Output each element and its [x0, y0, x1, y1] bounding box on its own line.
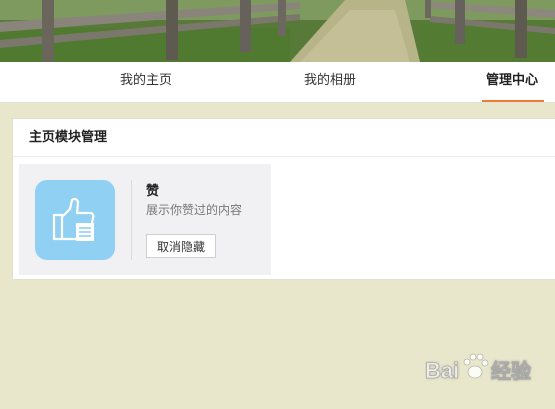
module-description: 展示你赞过的内容	[146, 203, 243, 217]
main-nav: 我的主页 我的相册 管理中心	[0, 62, 555, 103]
tab-my-album[interactable]: 我的相册	[304, 62, 356, 100]
module-management-panel: 主页模块管理 赞 展示你赞过的内容 取消隐藏	[12, 118, 555, 280]
module-card-like: 赞 展示你赞过的内容 取消隐藏	[19, 164, 271, 275]
svg-text:Bai: Bai	[425, 358, 459, 383]
thumbs-up-icon	[35, 180, 115, 260]
header-banner-image	[0, 0, 555, 62]
card-divider	[131, 180, 132, 260]
panel-title: 主页模块管理	[13, 119, 555, 157]
tab-my-homepage[interactable]: 我的主页	[120, 62, 172, 100]
module-name: 赞	[146, 184, 160, 199]
unhide-button[interactable]: 取消隐藏	[146, 234, 216, 258]
tab-management-center[interactable]: 管理中心	[481, 62, 545, 102]
svg-text:经验: 经验	[491, 359, 531, 383]
paw-icon	[463, 353, 489, 379]
